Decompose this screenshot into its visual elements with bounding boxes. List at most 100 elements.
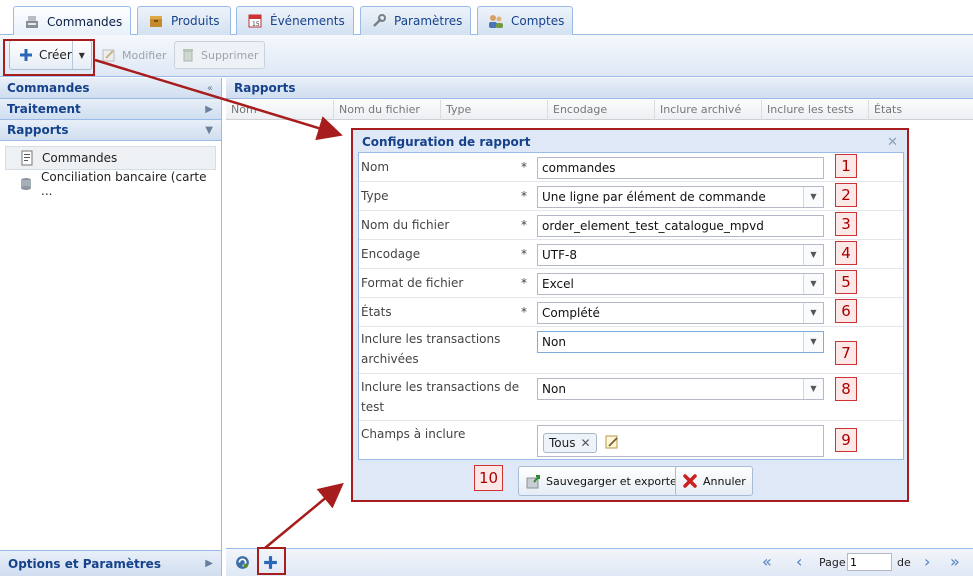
required-marker: * xyxy=(521,305,527,319)
column-header[interactable]: Inclure archivé xyxy=(655,100,762,120)
chevron-down-icon[interactable]: ▼ xyxy=(803,187,823,207)
prev-page-icon[interactable]: ‹ xyxy=(796,552,802,571)
refresh-icon[interactable] xyxy=(234,554,251,571)
add-report-button[interactable] xyxy=(262,554,279,571)
sidebar-item-conciliation[interactable]: Conciliation bancaire (carte ... xyxy=(5,170,216,198)
annotation-number: 4 xyxy=(835,241,857,265)
save-export-button[interactable]: Sauvegarger et exporter xyxy=(518,466,689,496)
cancel-label: Annuler xyxy=(703,474,746,488)
tab-comptes[interactable]: Comptes xyxy=(477,6,573,35)
column-header[interactable]: Inclure les tests xyxy=(762,100,869,120)
calendar-icon: 15 xyxy=(247,13,263,29)
tab-evenements[interactable]: 15 Événements xyxy=(236,6,354,35)
selected-value: Non xyxy=(542,335,566,349)
close-icon[interactable]: ✕ xyxy=(887,135,898,150)
field-label: Format de fichier xyxy=(361,276,464,290)
tab-commandes[interactable]: Commandes xyxy=(13,6,131,36)
tab-label: Événements xyxy=(270,14,345,28)
trash-icon xyxy=(180,47,196,63)
section-rapports[interactable]: Rapports ▼ xyxy=(0,120,221,141)
test-transactions-select[interactable]: Non ▼ xyxy=(537,378,824,400)
report-icon xyxy=(19,150,35,166)
chevron-down-icon[interactable]: ▼ xyxy=(803,332,823,352)
sidebar-item-commandes[interactable]: Commandes xyxy=(5,146,216,170)
annotation-number: 7 xyxy=(835,341,857,365)
annotation-number: 3 xyxy=(835,212,857,236)
delete-button[interactable]: Supprimer xyxy=(174,41,265,69)
states-select[interactable]: Complété ▼ xyxy=(537,302,824,324)
page-label: Page xyxy=(819,556,846,569)
expand-arrow-icon: ▶ xyxy=(205,103,213,115)
field-label: Nom xyxy=(361,160,390,174)
filename-input[interactable]: order_element_test_catalogue_mpvd xyxy=(537,215,824,237)
main-tab-bar: Commandes Produits 15 Événements Paramèt… xyxy=(0,0,973,36)
field-label: Nom du fichier xyxy=(361,218,450,232)
section-commandes[interactable]: Commandes « xyxy=(0,78,221,99)
sidebar-item-label: Conciliation bancaire (carte ... xyxy=(41,170,207,198)
form-row-filename: Nom du fichier * order_element_test_cata… xyxy=(359,211,903,240)
save-export-icon xyxy=(525,473,541,489)
tab-label: Commandes xyxy=(47,14,123,29)
column-header[interactable]: Type xyxy=(441,100,548,120)
chevron-down-icon[interactable]: ▼ xyxy=(803,245,823,265)
save-export-label: Sauvegarger et exporter xyxy=(546,474,682,488)
chevron-down-icon[interactable]: ▼ xyxy=(803,379,823,399)
first-page-icon[interactable]: « xyxy=(762,552,772,571)
tab-parametres[interactable]: Paramètres xyxy=(360,6,471,35)
column-header[interactable]: Nom xyxy=(226,100,334,120)
annotation-number: 1 xyxy=(835,154,857,178)
format-select[interactable]: Excel ▼ xyxy=(537,273,824,295)
annotation-number: 6 xyxy=(835,299,857,323)
toolbar: Créer ▼ Modifier Supprimer xyxy=(0,35,973,77)
field-label: Type xyxy=(361,189,389,203)
form-row-fields: Champs à inclure Tous ✕ 9 xyxy=(359,421,903,460)
column-header[interactable]: États xyxy=(869,100,973,120)
tab-produits[interactable]: Produits xyxy=(137,6,231,35)
fields-tag-input[interactable]: Tous ✕ xyxy=(537,425,824,457)
dialog-header: Configuration de rapport ✕ xyxy=(356,133,904,151)
field-label: Inclure les transactions archivées xyxy=(361,332,501,366)
annotation-number: 10 xyxy=(474,465,503,491)
archived-select[interactable]: Non ▼ xyxy=(537,331,824,353)
chevron-down-icon[interactable]: ▼ xyxy=(803,303,823,323)
section-options[interactable]: Options et Paramètres ▶ xyxy=(0,550,221,576)
last-page-icon[interactable]: » xyxy=(950,552,960,571)
section-label: Commandes xyxy=(7,81,90,95)
tab-label: Comptes xyxy=(511,14,565,28)
field-label: Champs à inclure xyxy=(361,427,466,441)
grid-header-row: Nom Nom du fichier Type Encodage Inclure… xyxy=(226,100,973,120)
tab-label: Paramètres xyxy=(394,14,463,28)
name-input[interactable]: commandes xyxy=(537,157,824,179)
edit-button[interactable]: Modifier xyxy=(101,41,166,69)
remove-tag-icon[interactable]: ✕ xyxy=(581,436,591,450)
edit-list-icon[interactable] xyxy=(604,434,620,450)
report-configuration-dialog: Configuration de rapport ✕ Nom * command… xyxy=(351,128,909,502)
annotation-number: 8 xyxy=(835,377,857,401)
required-marker: * xyxy=(521,247,527,261)
collapse-icon[interactable]: « xyxy=(207,83,213,94)
field-tag[interactable]: Tous ✕ xyxy=(543,433,597,453)
encoding-select[interactable]: UTF-8 ▼ xyxy=(537,244,824,266)
selected-value: Complété xyxy=(542,306,600,320)
selected-value: UTF-8 xyxy=(542,248,577,262)
database-icon xyxy=(18,176,34,192)
dialog-title: Configuration de rapport xyxy=(362,135,531,149)
required-marker: * xyxy=(521,218,527,232)
required-marker: * xyxy=(521,276,527,290)
expand-arrow-icon: ▶ xyxy=(205,558,213,569)
box-icon xyxy=(148,13,164,29)
next-page-icon[interactable]: › xyxy=(924,552,930,571)
section-traitement[interactable]: Traitement ▶ xyxy=(0,99,221,120)
required-marker: * xyxy=(521,160,527,174)
page-number-input[interactable] xyxy=(847,553,892,571)
form-row-type: Type * Une ligne par élément de commande… xyxy=(359,182,903,211)
cancel-button[interactable]: Annuler xyxy=(675,466,753,496)
form-row-nom: Nom * commandes 1 xyxy=(359,153,903,182)
column-header[interactable]: Nom du fichier xyxy=(334,100,441,120)
form-row-format: Format de fichier * Excel ▼ 5 xyxy=(359,269,903,298)
edit-button-label: Modifier xyxy=(122,48,167,62)
type-select[interactable]: Une ligne par élément de commande ▼ xyxy=(537,186,824,208)
chevron-down-icon[interactable]: ▼ xyxy=(803,274,823,294)
column-header[interactable]: Encodage xyxy=(548,100,655,120)
expanded-arrow-icon: ▼ xyxy=(205,124,213,136)
